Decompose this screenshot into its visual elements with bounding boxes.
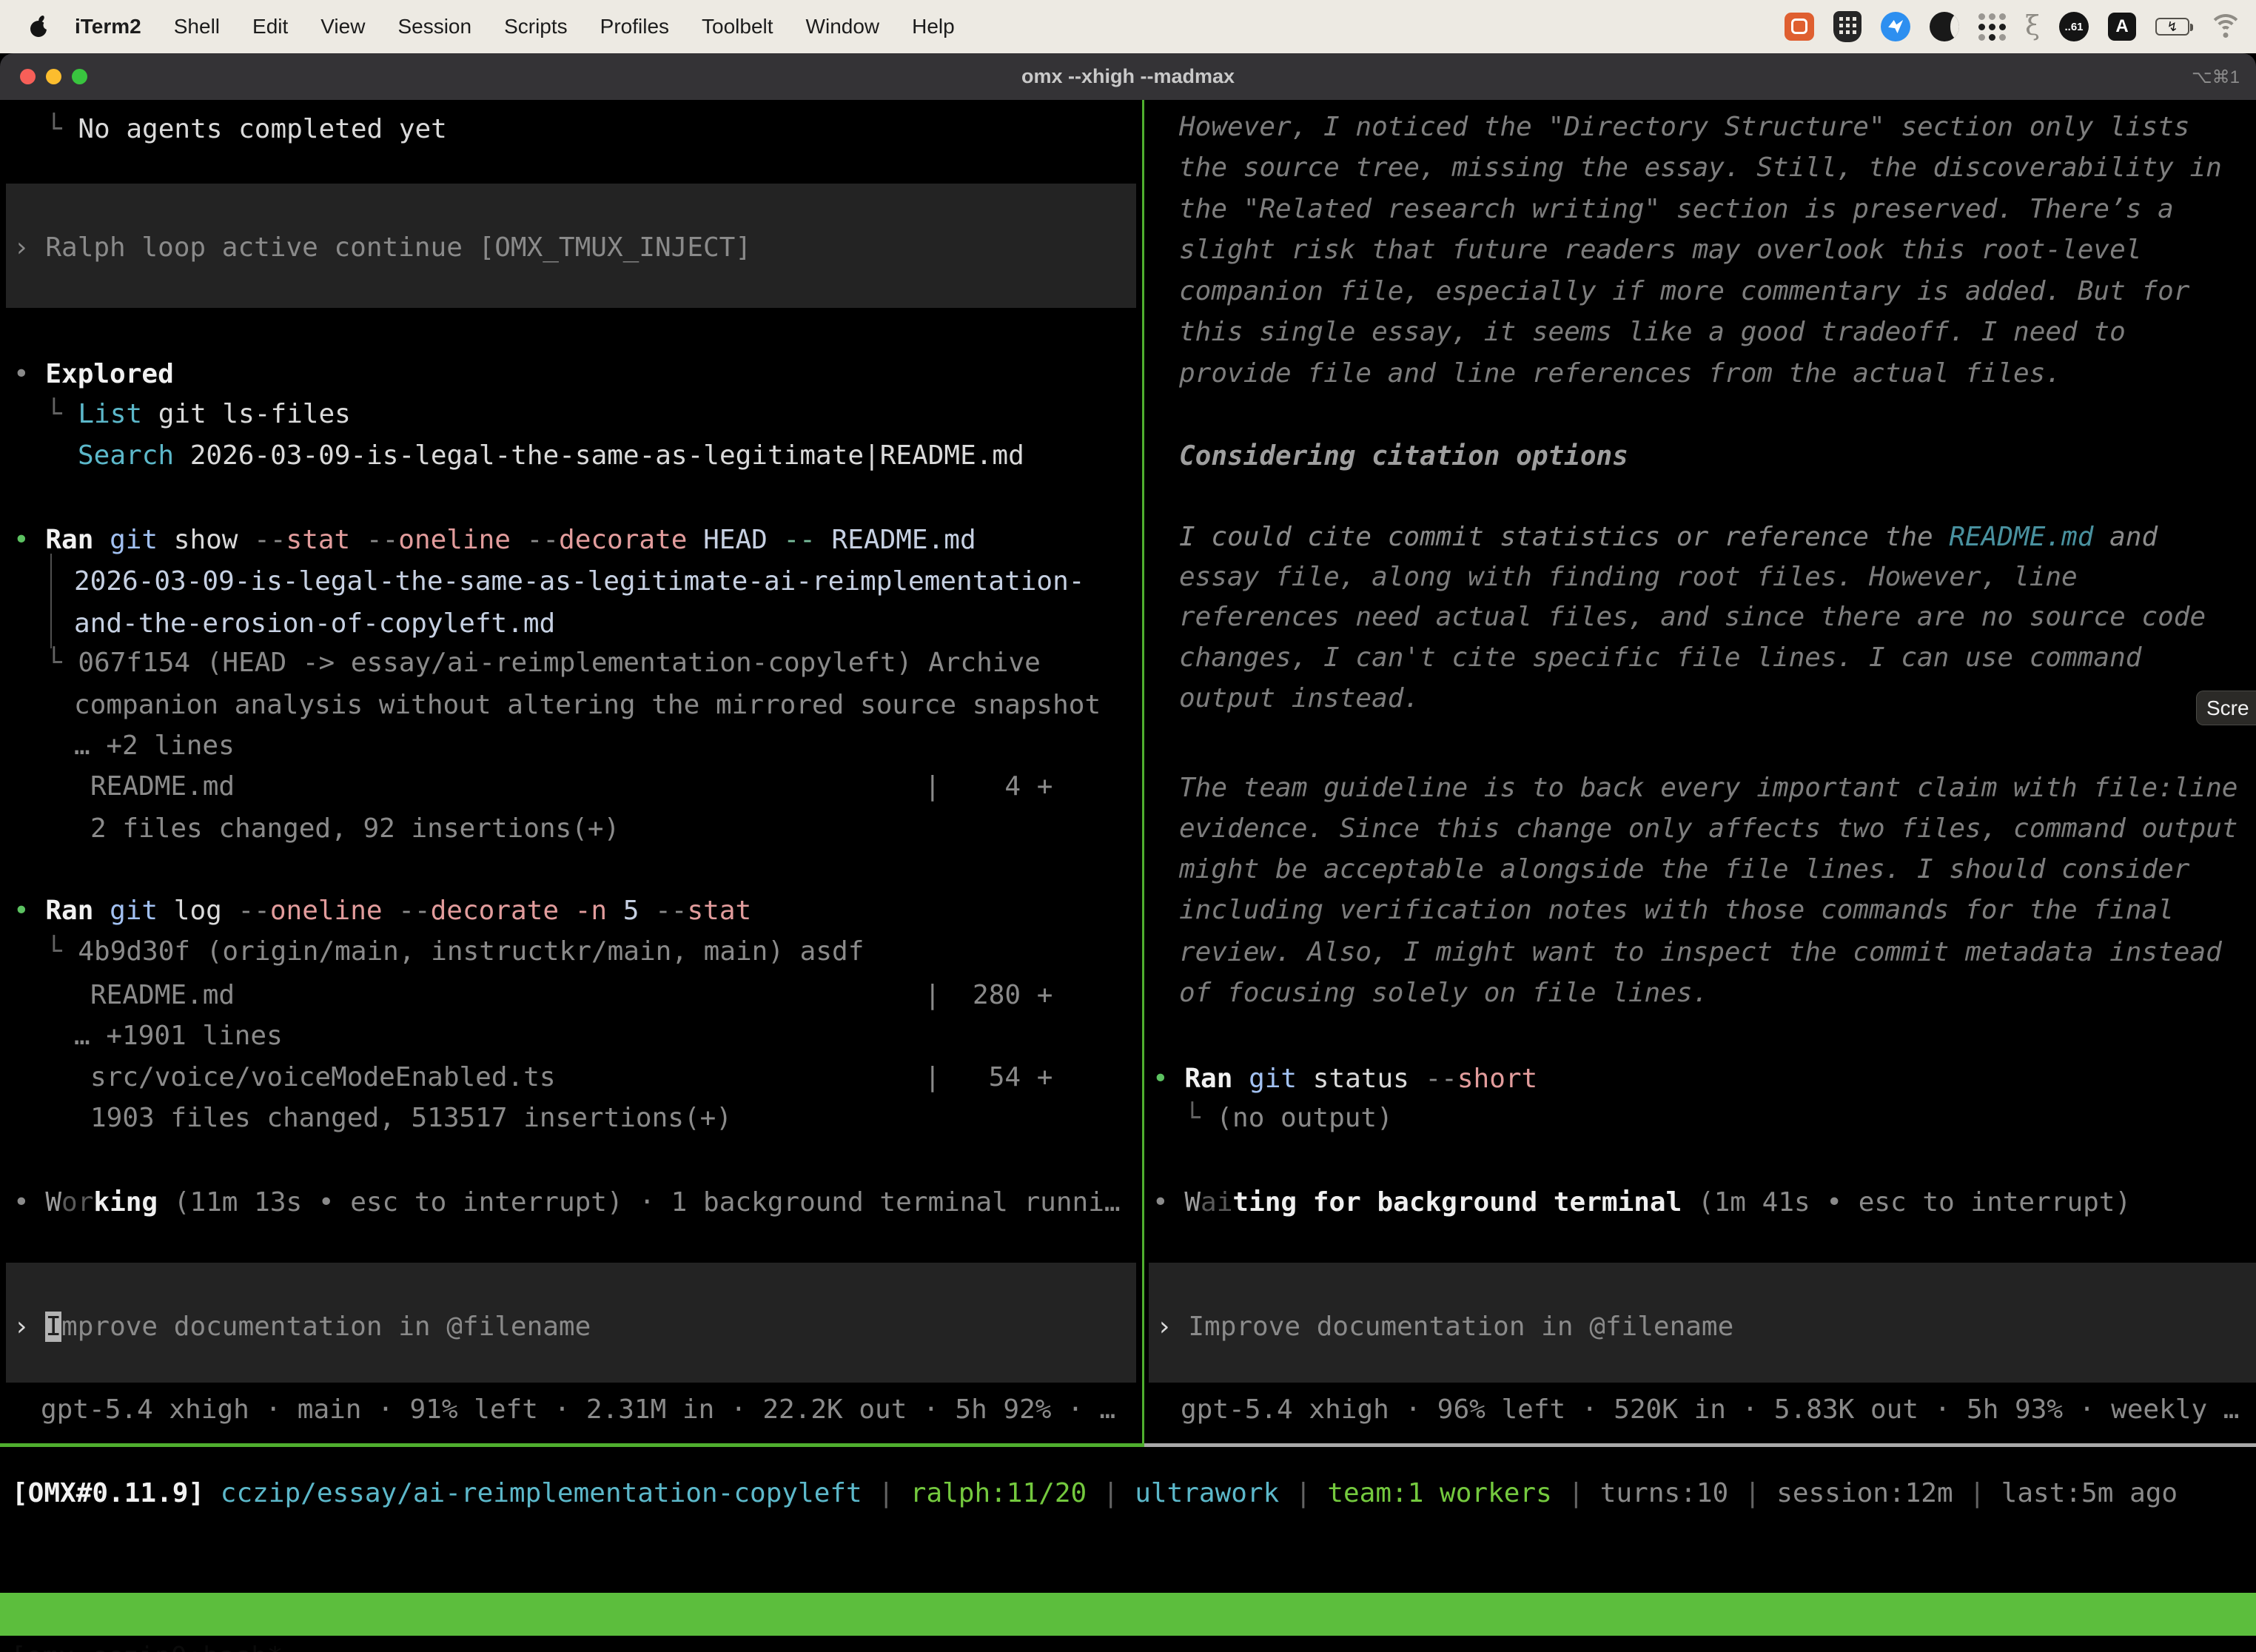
menu-item-window[interactable]: Window <box>806 15 880 38</box>
thinking-line: the source tree, missing the essay. Stil… <box>1179 152 2222 184</box>
messenger-icon[interactable] <box>1881 12 1910 41</box>
session-status-line: gpt-5.4 xhigh · main · 91% left · 2.31M … <box>41 1394 1115 1426</box>
git-log-output1: └ 4b9d30f (origin/main, instructkr/main,… <box>46 936 864 967</box>
prompt-input-line[interactable]: › Improve documentation in @filename <box>13 1312 591 1343</box>
ralph-banner-line: › Ralph loop active continue [OMX_TMUX_I… <box>13 232 751 263</box>
menu-item-help[interactable]: Help <box>912 15 955 38</box>
battery-icon[interactable]: ↯ <box>2155 18 2189 36</box>
agents-note: └ No agents completed yet <box>46 114 447 145</box>
git-status-output: └ (no output) <box>1184 1103 1393 1134</box>
zoom-button[interactable] <box>72 69 87 84</box>
explored-header: • Explored <box>13 359 174 390</box>
thinking-line: changes, I can't cite specific file line… <box>1179 642 2141 674</box>
tmux-status-bar: [omx-cczip0:bash* "MacBook-Pro-44.local"… <box>0 1593 2256 1636</box>
menu-items: iTerm2 Shell Edit View Session Scripts P… <box>75 15 955 38</box>
menu-item-shell[interactable]: Shell <box>174 15 220 38</box>
tmux-session-label: [omx-cczip0:bash* <box>10 1636 283 1652</box>
pane-border-inactive <box>1144 1443 2256 1447</box>
menu-bar: iTerm2 Shell Edit View Session Scripts P… <box>0 0 2256 53</box>
percent-badge-icon[interactable]: ..61 <box>2059 12 2089 41</box>
git-log-stat1: README.md | 280 + <box>90 980 1053 1011</box>
menu-item-toolbelt[interactable]: Toolbelt <box>702 15 773 38</box>
menu-item-profiles[interactable]: Profiles <box>600 15 669 38</box>
session-status-line: gpt-5.4 xhigh · 96% left · 520K in · 5.8… <box>1181 1394 2239 1426</box>
thinking-line: slight risk that future readers may over… <box>1179 235 2141 266</box>
menu-item-edit[interactable]: Edit <box>252 15 288 38</box>
thinking-line: output instead. <box>1179 683 1420 714</box>
git-status-command: • Ran git status --short <box>1152 1064 1537 1095</box>
thinking-line: The team guideline is to back every impo… <box>1179 773 2237 804</box>
pane-divider[interactable] <box>1142 100 1144 1446</box>
desktop: { "menu_bar": { "app_name": "iTerm2", "i… <box>0 0 2256 1652</box>
thinking-line: including verification notes with those … <box>1179 895 2174 926</box>
thinking-line: However, I noticed the "Directory Struct… <box>1179 112 2189 143</box>
pane-border-active <box>0 1443 1144 1447</box>
thinking-line: essay file, along with finding root file… <box>1179 562 2078 593</box>
menu-item-session[interactable]: Session <box>397 15 471 38</box>
git-log-stat2: src/voice/voiceModeEnabled.ts | 54 + <box>90 1062 1053 1093</box>
traffic-lights <box>20 69 87 84</box>
window-title-bar: omx --xhigh --madmax ⌥⌘1 <box>0 53 2256 100</box>
git-show-command: • Ran git show --stat --oneline --decora… <box>13 525 976 556</box>
window-shortcut-badge: ⌥⌘1 <box>2192 67 2240 88</box>
dark-crescent-icon[interactable] <box>1930 12 1959 41</box>
window-title: omx --xhigh --madmax <box>1021 65 1235 88</box>
git-log-more: … +1901 lines <box>74 1021 283 1052</box>
thinking-line: evidence. Since this change only affects… <box>1179 813 2237 845</box>
apple-menu-icon[interactable] <box>30 15 50 38</box>
git-show-arg2: and-the-erosion-of-copyleft.md <box>74 608 555 639</box>
prompt-input-line[interactable]: › Improve documentation in @filename <box>1156 1312 1733 1343</box>
menu-item-view[interactable]: View <box>320 15 365 38</box>
wifi-icon[interactable] <box>2209 14 2243 39</box>
thinking-line: this single essay, it seems like a good … <box>1179 317 2126 348</box>
close-button[interactable] <box>20 69 36 84</box>
explored-list-line: └ List git ls-files <box>46 399 351 430</box>
chat-icon[interactable] <box>1785 13 1814 41</box>
thinking-line: references need actual files, and since … <box>1179 602 2206 633</box>
squiggle-icon[interactable]: ξ <box>2025 13 2040 40</box>
git-log-command: • Ran git log --oneline --decorate -n 5 … <box>13 896 751 927</box>
git-log-stat3: 1903 files changed, 513517 insertions(+) <box>90 1103 732 1134</box>
thinking-section-header: Considering citation options <box>1179 441 1628 472</box>
git-show-output1: └ 067f154 (HEAD -> essay/ai-reimplementa… <box>46 648 1041 679</box>
menu-item-iterm2[interactable]: iTerm2 <box>75 15 141 38</box>
git-show-arg1: 2026-03-09-is-legal-the-same-as-legitima… <box>74 566 1084 597</box>
minimize-button[interactable] <box>46 69 61 84</box>
waiting-status-line: • Waiting for background terminal (1m 41… <box>1152 1187 2131 1218</box>
git-show-stat2: 2 files changed, 92 insertions(+) <box>90 813 620 845</box>
menu-status-icons: ξ ..61 A ↯ <box>1785 11 2243 42</box>
thinking-line: review. Also, I might want to inspect th… <box>1179 937 2222 968</box>
explored-search-line: Search 2026-03-09-is-legal-the-same-as-l… <box>78 440 1024 471</box>
thinking-line: companion file, especially if more comme… <box>1179 276 2189 307</box>
thinking-line: might be acceptable alongside the file l… <box>1179 854 2189 885</box>
thinking-line: provide file and line references from th… <box>1179 358 2061 389</box>
git-show-output2: companion analysis without altering the … <box>74 690 1101 721</box>
git-show-stat1: README.md | 4 + <box>90 771 1053 802</box>
thinking-line: of focusing solely on file lines. <box>1179 978 1708 1009</box>
grid-shield-icon[interactable] <box>1833 11 1861 42</box>
working-status-line: • Working (11m 13s • esc to interrupt) ·… <box>13 1187 1121 1218</box>
dots-grid-icon[interactable] <box>1978 13 2006 41</box>
input-source-icon[interactable]: A <box>2108 13 2136 41</box>
screen-share-button[interactable]: Scre <box>2196 691 2256 725</box>
iterm-window: omx --xhigh --madmax ⌥⌘1 └ No agents com… <box>0 53 2256 1652</box>
tree-connector <box>50 554 52 648</box>
omx-status-line: [OMX#0.11.9] cczip/essay/ai-reimplementa… <box>12 1478 2178 1509</box>
thinking-line: I could cite commit statistics or refere… <box>1179 522 2158 553</box>
thinking-line: the "Related research writing" section i… <box>1179 194 2174 225</box>
git-show-more: … +2 lines <box>74 731 235 762</box>
menu-item-scripts[interactable]: Scripts <box>504 15 568 38</box>
